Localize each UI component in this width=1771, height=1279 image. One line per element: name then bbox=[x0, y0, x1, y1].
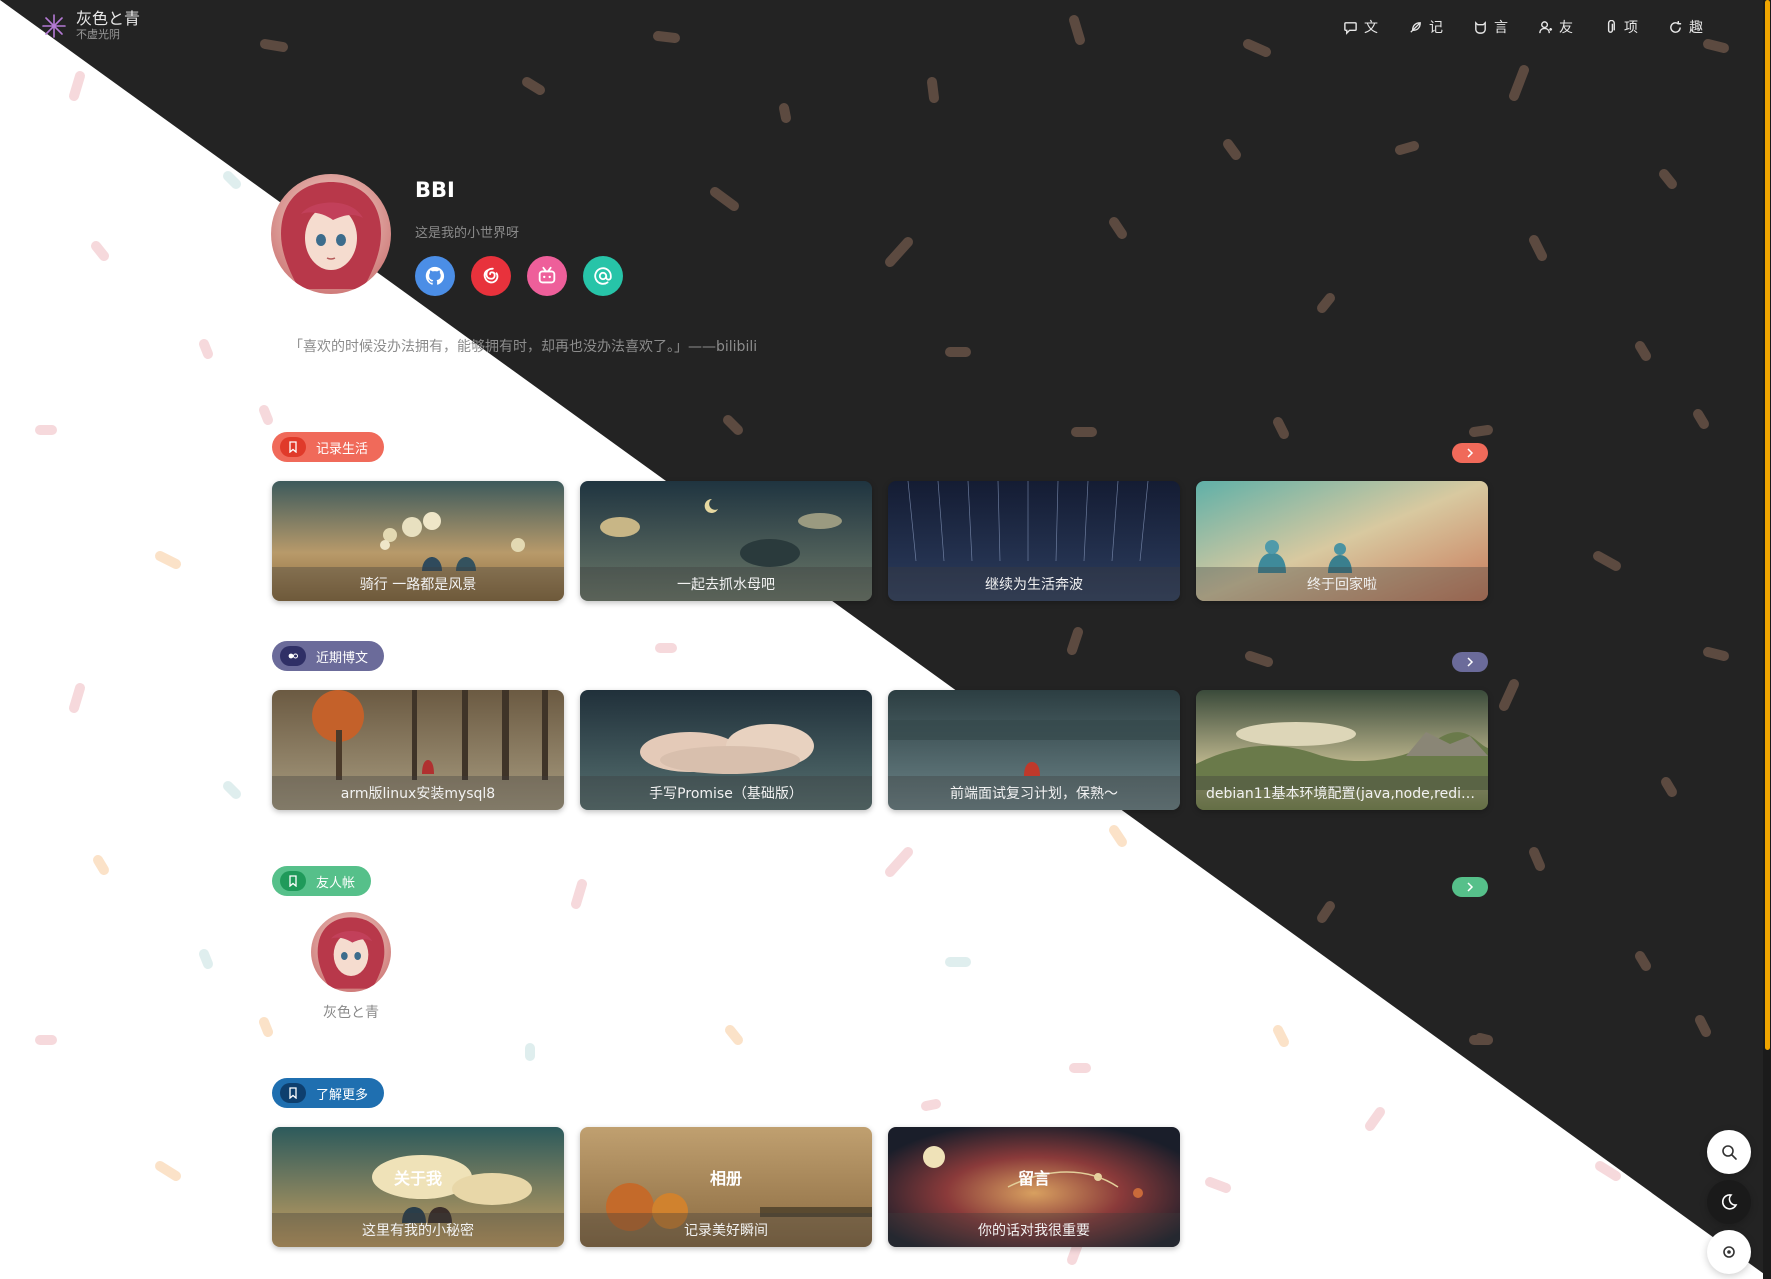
nav-item-notes[interactable]: 记 bbox=[1408, 17, 1443, 37]
paperclip-icon bbox=[1607, 19, 1615, 33]
life-card[interactable]: 一起去抓水母吧 bbox=[580, 481, 872, 601]
scrollbar-thumb[interactable] bbox=[1765, 0, 1770, 1050]
cat-icon bbox=[1475, 20, 1486, 34]
section-title: 记录生活 bbox=[316, 441, 369, 457]
github-icon bbox=[425, 266, 445, 285]
netease-music-link[interactable] bbox=[471, 256, 511, 296]
email-link[interactable] bbox=[583, 256, 623, 296]
post-card[interactable]: 前端面试复习计划，保熟～ bbox=[888, 690, 1180, 810]
social-links bbox=[415, 256, 623, 296]
nav-label: 项 bbox=[1624, 20, 1638, 36]
moon-icon bbox=[1721, 1194, 1738, 1210]
site-logo[interactable]: 灰色と青 不虚光阴 bbox=[40, 10, 140, 42]
section-tag-life[interactable]: 记录生活 bbox=[272, 432, 385, 462]
friend-name: 灰色と青 bbox=[323, 1005, 379, 1021]
card-caption: debian11基本环境配置(java,node,redis...) bbox=[1196, 776, 1488, 810]
dark-diagonal-background bbox=[0, 0, 1771, 1279]
chevron-right-icon bbox=[1467, 882, 1474, 892]
search-icon bbox=[1722, 1145, 1737, 1160]
card-caption: 记录美好瞬间 bbox=[580, 1213, 872, 1247]
bookmark-icon bbox=[280, 871, 306, 891]
card-caption: 你的话对我很重要 bbox=[888, 1213, 1180, 1247]
card-title: 留言 bbox=[1017, 1169, 1050, 1188]
nav-item-words[interactable]: 言 bbox=[1473, 17, 1508, 37]
github-link[interactable] bbox=[415, 256, 455, 296]
card-caption: 骑行 一路都是风景 bbox=[272, 567, 564, 601]
nav-label: 趣 bbox=[1689, 20, 1703, 36]
card-caption: 前端面试复习计划，保熟～ bbox=[888, 776, 1180, 810]
section-title: 了解更多 bbox=[316, 1087, 369, 1103]
card-title: 相册 bbox=[709, 1169, 742, 1188]
album-card[interactable]: 相册 记录美好瞬间 bbox=[580, 1127, 872, 1247]
nav-item-friends[interactable]: 友 bbox=[1538, 17, 1573, 37]
card-caption: 手写Promise（基础版） bbox=[580, 776, 872, 810]
bookmark-icon bbox=[280, 1083, 306, 1103]
post-card[interactable]: 手写Promise（基础版） bbox=[580, 690, 872, 810]
nav-item-posts[interactable]: 文 bbox=[1343, 17, 1378, 37]
firework-icon bbox=[42, 14, 66, 38]
avatar bbox=[311, 912, 391, 992]
settings-icon bbox=[1723, 1246, 1735, 1258]
chat-icon bbox=[1344, 21, 1357, 35]
section-title: 近期博文 bbox=[316, 650, 369, 666]
bilibili-link[interactable] bbox=[527, 256, 567, 296]
quote-text: 「喜欢的时候没办法拥有，能够拥有时，却再也没办法喜欢了。」——bilibili bbox=[289, 339, 758, 355]
card-caption: 继续为生活奔波 bbox=[888, 567, 1180, 601]
nav-item-fun[interactable]: 趣 bbox=[1668, 17, 1703, 37]
post-card[interactable]: arm版linux安装mysql8 bbox=[272, 690, 564, 810]
profile-name: BBI bbox=[415, 178, 455, 202]
site-subtitle: 不虚光阴 bbox=[76, 28, 120, 41]
bookmark-icon bbox=[280, 437, 306, 457]
section-tag-friends[interactable]: 友人帐 bbox=[272, 866, 372, 896]
guestbook-card[interactable]: 留言 你的话对我很重要 bbox=[888, 1127, 1180, 1247]
chevron-right-icon bbox=[1467, 657, 1474, 667]
card-caption: arm版linux安装mysql8 bbox=[272, 776, 564, 810]
feather-icon bbox=[1410, 21, 1421, 33]
about-card[interactable]: 关于我 这里有我的小秘密 bbox=[272, 1127, 564, 1247]
refresh-icon bbox=[1670, 20, 1682, 33]
site-title: 灰色と青 bbox=[76, 9, 141, 28]
avatar[interactable] bbox=[271, 174, 391, 294]
section-tag-posts[interactable]: 近期博文 bbox=[272, 641, 385, 671]
profile-description: 这是我的小世界呀 bbox=[415, 226, 520, 241]
email-icon bbox=[594, 267, 612, 285]
life-card[interactable]: 骑行 一路都是风景 bbox=[272, 481, 564, 601]
card-caption: 终于回家啦 bbox=[1196, 567, 1488, 601]
nav-label: 言 bbox=[1494, 20, 1508, 36]
search-button[interactable] bbox=[1707, 1130, 1751, 1174]
chevron-right-icon bbox=[1467, 448, 1474, 458]
life-card[interactable]: 终于回家啦 bbox=[1196, 481, 1488, 601]
life-more-button[interactable] bbox=[1452, 443, 1488, 463]
nav-label: 友 bbox=[1559, 20, 1573, 36]
life-card[interactable]: 继续为生活奔波 bbox=[888, 481, 1180, 601]
posts-more-button[interactable] bbox=[1452, 652, 1488, 672]
main-nav: 文 记 言 友 项 趣 bbox=[1343, 17, 1703, 37]
dark-mode-button[interactable] bbox=[1707, 1180, 1751, 1224]
nav-label: 文 bbox=[1364, 20, 1378, 36]
nav-label: 记 bbox=[1429, 20, 1443, 36]
bilibili-icon bbox=[538, 266, 556, 284]
friends-more-button[interactable] bbox=[1452, 877, 1488, 897]
avatar-image bbox=[271, 174, 391, 294]
nav-item-projects[interactable]: 项 bbox=[1603, 17, 1638, 37]
card-caption: 一起去抓水母吧 bbox=[580, 567, 872, 601]
netease-music-icon bbox=[483, 267, 499, 284]
settings-button[interactable] bbox=[1707, 1230, 1751, 1274]
card-title: 关于我 bbox=[393, 1169, 442, 1188]
user-icon bbox=[1539, 20, 1553, 33]
card-caption: 这里有我的小秘密 bbox=[272, 1213, 564, 1247]
top-header: 灰色と青 不虚光阴 文 记 言 友 项 趣 bbox=[0, 0, 1771, 56]
post-card[interactable]: debian11基本环境配置(java,node,redis...) bbox=[1196, 690, 1488, 810]
section-title: 友人帐 bbox=[316, 875, 356, 891]
section-tag-more[interactable]: 了解更多 bbox=[272, 1078, 385, 1108]
toggle-icon bbox=[280, 646, 306, 666]
friend-item[interactable]: 灰色と青 bbox=[311, 912, 391, 1022]
